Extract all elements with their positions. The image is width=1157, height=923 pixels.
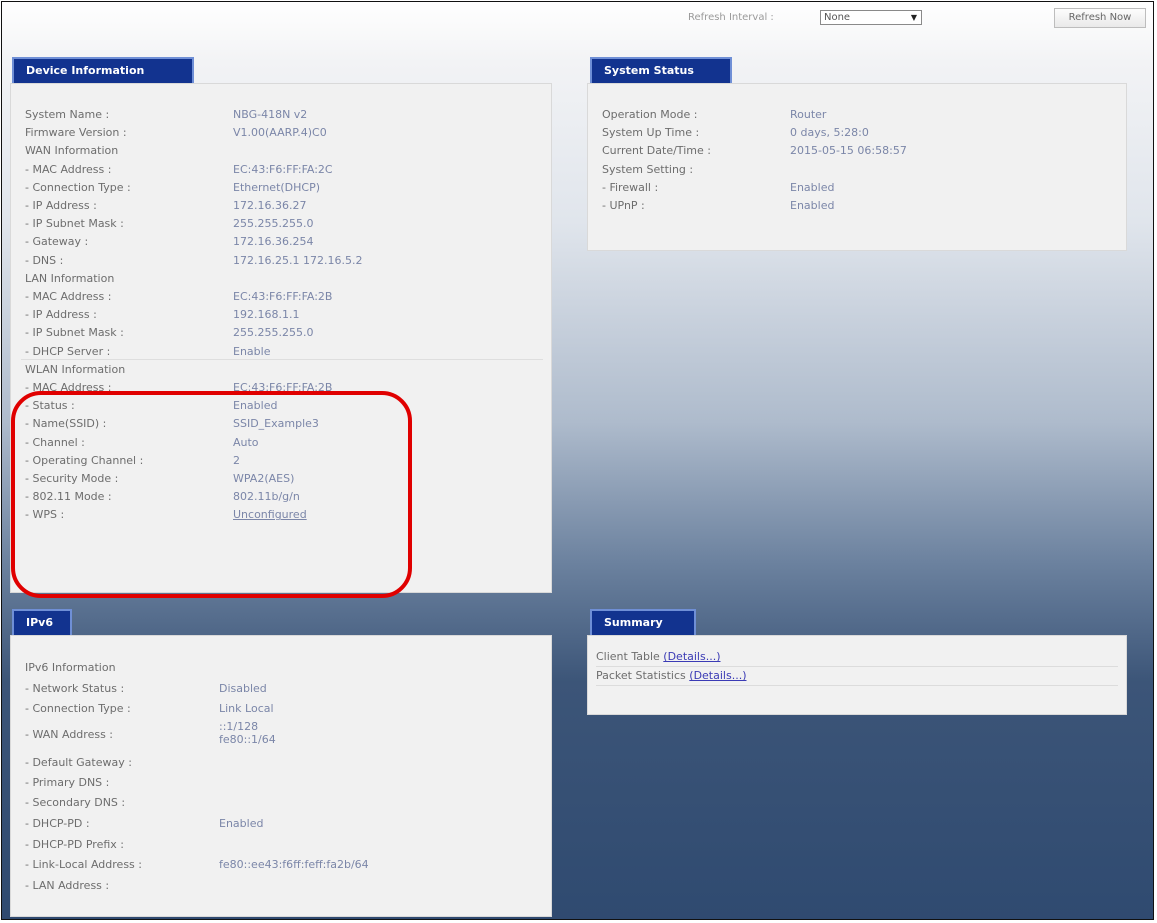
device-info-label: - Connection Type :	[25, 180, 131, 194]
summary-client-table-row: Client Table (Details...)	[596, 648, 1118, 667]
device-info-label: - Channel :	[25, 435, 85, 449]
device-info-label: Firmware Version :	[25, 126, 127, 140]
system-status-panel: Operation Mode : Router System Up Time : 0 …	[587, 83, 1127, 251]
device-info-value: SSID_Example3	[233, 417, 319, 431]
system-status-value: Enabled	[790, 199, 835, 212]
device-info-value: 172.16.36.254	[233, 235, 314, 249]
device-info-value: 192.168.1.1	[233, 308, 300, 322]
device-info-value: 255.255.255.0	[233, 217, 314, 231]
device-info-label: - WPS :	[25, 508, 65, 522]
device-info-value: Enabled	[233, 399, 278, 413]
device-info-value: WPA2(AES)	[233, 472, 295, 485]
device-info-label: - IP Subnet Mask :	[25, 217, 124, 231]
wps-status-link[interactable]: Unconfigured	[233, 508, 307, 521]
device-info-value: 172.16.36.27	[233, 199, 307, 212]
ipv6-label: - DHCP-PD :	[25, 817, 90, 830]
ipv6-label: - Default Gateway :	[25, 756, 132, 769]
system-status-label: System Setting :	[602, 162, 694, 176]
tab-ipv6: IPv6	[12, 609, 72, 635]
top-bar: Refresh Interval : None ▼ Refresh Now	[2, 8, 1153, 28]
packet-statistics-label: Packet Statistics	[596, 669, 686, 682]
device-info-value: Enable	[233, 344, 271, 358]
device-info-label: - Status :	[25, 399, 75, 413]
device-info-label: WAN Information	[25, 144, 119, 158]
ipv6-label: - Connection Type :	[25, 702, 131, 715]
refresh-interval-select[interactable]: None ▼	[820, 10, 922, 25]
device-info-value: NBG-418N v2	[233, 108, 308, 121]
system-status-label: System Up Time :	[602, 126, 700, 140]
chevron-down-icon: ▼	[910, 13, 917, 22]
ipv6-label: - Network Status :	[25, 682, 125, 695]
system-status-label: - UPnP :	[602, 199, 645, 212]
ipv6-label: - Link-Local Address :	[25, 858, 142, 871]
packet-statistics-details-link[interactable]: (Details...)	[689, 669, 746, 682]
device-info-value: 2	[233, 453, 240, 467]
device-info-value: EC:43:F6:FF:FA:2C	[233, 162, 333, 176]
refresh-interval-label: Refresh Interval :	[688, 12, 774, 23]
device-info-label: - DHCP Server :	[25, 344, 111, 358]
device-info-label: WLAN Information	[25, 362, 126, 376]
system-status-value: Enabled	[790, 180, 835, 194]
ipv6-value: ::1/128	[219, 720, 259, 733]
device-info-label: - MAC Address :	[25, 381, 112, 394]
ipv6-label: - LAN Address :	[25, 879, 110, 892]
divider	[21, 358, 543, 360]
system-status-label: Operation Mode :	[602, 108, 698, 121]
device-info-value: V1.00(AARP.4)C0	[233, 126, 327, 140]
device-info-label: - MAC Address :	[25, 290, 112, 303]
system-status-value: 0 days, 5:28:0	[790, 126, 869, 140]
device-info-label: - MAC Address :	[25, 162, 112, 176]
device-info-value: 255.255.255.0	[233, 326, 314, 340]
device-info-value: Ethernet(DHCP)	[233, 180, 321, 194]
ipv6-value: Enabled	[219, 817, 264, 830]
ipv6-wan-address-line2: fe80::1/64	[219, 733, 276, 746]
device-info-value: 172.16.25.1 172.16.5.2	[233, 253, 363, 267]
tab-summary: Summary	[590, 609, 696, 635]
status-page: Refresh Interval : None ▼ Refresh Now De…	[1, 1, 1154, 920]
device-info-value: Auto	[233, 435, 259, 449]
tab-system-status: System Status	[590, 57, 732, 83]
ipv6-value: Disabled	[219, 682, 267, 695]
system-status-label: - Firewall :	[602, 180, 659, 194]
system-status-value: 2015-05-15 06:58:57	[790, 144, 907, 158]
summary-packet-statistics-row: Packet Statistics (Details...)	[596, 667, 1118, 686]
refresh-interval-value: None	[824, 12, 851, 23]
device-info-label: - Operating Channel :	[25, 453, 144, 467]
device-info-label: System Name :	[25, 108, 110, 121]
device-info-label: - Security Mode :	[25, 472, 119, 485]
device-info-label: - IP Subnet Mask :	[25, 326, 124, 340]
client-table-details-link[interactable]: (Details...)	[663, 650, 720, 663]
refresh-now-button[interactable]: Refresh Now	[1054, 8, 1146, 28]
device-info-label: - 802.11 Mode :	[25, 490, 112, 504]
ipv6-label: - Secondary DNS :	[25, 796, 126, 809]
ipv6-value: Link Local	[219, 702, 274, 715]
device-info-label: LAN Information	[25, 271, 115, 285]
ipv6-value: fe80::ee43:f6ff:feff:fa2b/64	[219, 858, 369, 871]
ipv6-label: - WAN Address :	[25, 728, 113, 741]
ipv6-label: IPv6 Information	[25, 661, 116, 674]
device-info-label: - IP Address :	[25, 308, 97, 322]
client-table-label: Client Table	[596, 650, 660, 663]
device-info-value: EC:43:F6:FF:FA:2B	[233, 290, 333, 303]
tab-device-information: Device Information	[12, 57, 194, 83]
summary-panel: Client Table (Details...) Packet Statist…	[587, 635, 1127, 715]
ipv6-label: - DHCP-PD Prefix :	[25, 838, 124, 851]
device-info-label: - Name(SSID) :	[25, 417, 107, 431]
ipv6-panel: IPv6 Information - Network Status : Disabl…	[10, 635, 552, 917]
system-status-label: Current Date/Time :	[602, 144, 711, 158]
ipv6-label: - Primary DNS :	[25, 776, 110, 789]
device-info-label: - Gateway :	[25, 235, 89, 249]
device-info-value: EC:43:F6:FF:FA:2B	[233, 381, 333, 394]
device-info-value: 802.11b/g/n	[233, 490, 300, 504]
device-info-label: - DNS :	[25, 253, 64, 267]
system-status-value: Router	[790, 108, 827, 121]
device-information-panel: System Name : NBG-418N v2 Firmware Version…	[10, 83, 552, 593]
device-info-label: - IP Address :	[25, 199, 97, 212]
